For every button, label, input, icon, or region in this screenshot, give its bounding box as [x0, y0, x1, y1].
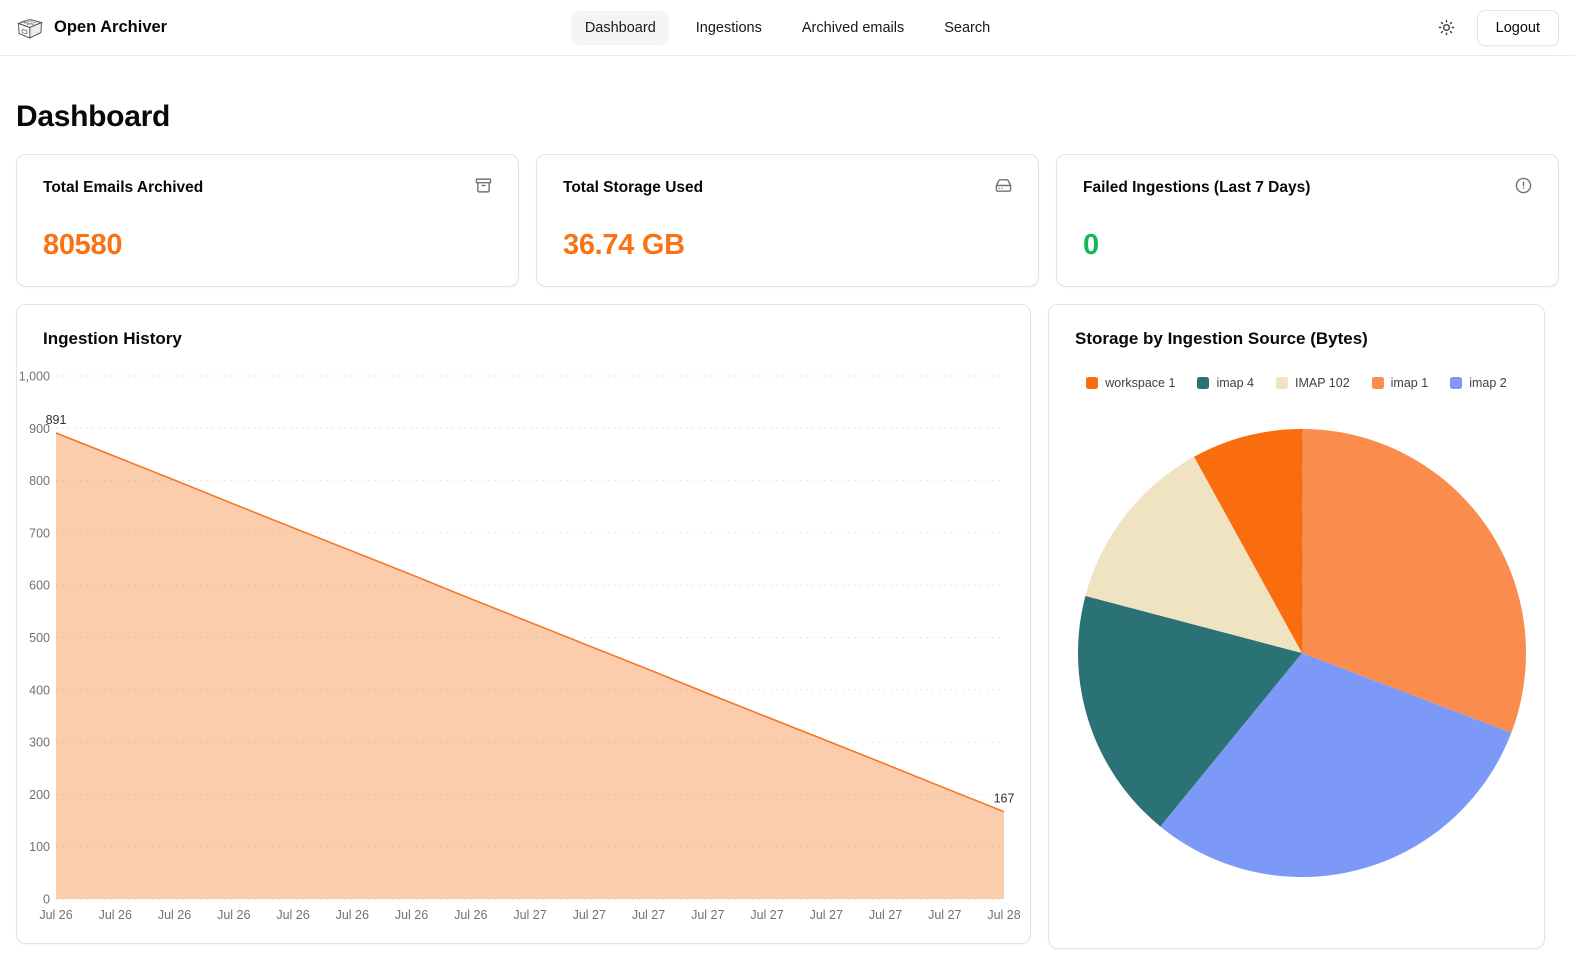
legend-label: imap 2 — [1469, 376, 1507, 390]
pie-legend: workspace 1 imap 4 IMAP 102 imap 1 imap 2 — [1049, 376, 1544, 390]
legend-label: imap 4 — [1216, 376, 1254, 390]
storage-pie-title: Storage by Ingestion Source (Bytes) — [1075, 329, 1544, 349]
nav-tab-ingestions[interactable]: Ingestions — [682, 11, 776, 45]
y-tick-label: 400 — [29, 683, 50, 697]
y-tick-label: 500 — [29, 631, 50, 645]
nav-tab-archived-emails[interactable]: Archived emails — [788, 11, 918, 45]
legend-swatch — [1450, 377, 1462, 389]
x-tick-label: Jul 28 — [987, 908, 1020, 922]
stat-value-total-storage: 36.74 GB — [563, 229, 1012, 262]
top-nav: Open Archiver Dashboard Ingestions Archi… — [0, 0, 1575, 56]
legend-label: IMAP 102 — [1295, 376, 1350, 390]
ingestion-history-card: Ingestion History 0 100 200 300 400 500 600 700… — [16, 304, 1031, 944]
legend-swatch — [1372, 377, 1384, 389]
stat-label: Total Storage Used — [563, 179, 1012, 197]
alert-circle-icon — [1515, 177, 1532, 199]
legend-item-imap-4[interactable]: imap 4 — [1197, 376, 1254, 390]
nav-tab-dashboard[interactable]: Dashboard — [571, 11, 670, 45]
dashboard-main: Dashboard Total Emails Archived 80580 To… — [0, 100, 1575, 949]
x-tick-label: Jul 26 — [99, 908, 132, 922]
first-point-label: 891 — [46, 413, 67, 427]
logout-button[interactable]: Logout — [1477, 10, 1559, 46]
legend-item-imap-102[interactable]: IMAP 102 — [1276, 376, 1350, 390]
y-tick-label: 1,000 — [19, 370, 50, 384]
storage-pie-card: Storage by Ingestion Source (Bytes) work… — [1048, 304, 1545, 949]
app-logo-icon — [16, 16, 44, 40]
x-tick-label: Jul 26 — [217, 908, 250, 922]
stat-value-total-emails: 80580 — [43, 229, 492, 262]
x-tick-label: Jul 26 — [395, 908, 428, 922]
y-tick-label: 200 — [29, 788, 50, 802]
x-tick-label: Jul 26 — [454, 908, 487, 922]
x-tick-label: Jul 27 — [632, 908, 665, 922]
y-tick-label: 0 — [43, 893, 50, 907]
brand-name: Open Archiver — [54, 18, 167, 37]
header-actions: Logout — [1438, 10, 1559, 46]
x-tick-label: Jul 27 — [928, 908, 961, 922]
legend-item-imap-2[interactable]: imap 2 — [1450, 376, 1507, 390]
x-tick-label: Jul 26 — [39, 908, 72, 922]
last-point-label: 167 — [994, 792, 1015, 806]
y-tick-label: 300 — [29, 736, 50, 750]
stat-card-failed-ingestions: Failed Ingestions (Last 7 Days) 0 — [1056, 154, 1559, 287]
stat-label: Total Emails Archived — [43, 179, 492, 197]
nav-tab-search[interactable]: Search — [930, 11, 1004, 45]
theme-toggle-sun-icon[interactable] — [1438, 19, 1455, 36]
area-fill — [56, 433, 1004, 899]
stat-card-total-emails: Total Emails Archived 80580 — [16, 154, 519, 287]
archive-icon — [475, 177, 492, 199]
x-tick-label: Jul 27 — [810, 908, 843, 922]
x-tick-label: Jul 27 — [750, 908, 783, 922]
stat-card-total-storage: Total Storage Used 36.74 GB — [536, 154, 1039, 287]
x-tick-label: Jul 26 — [276, 908, 309, 922]
y-tick-label: 800 — [29, 474, 50, 488]
stats-row: Total Emails Archived 80580 Total Storag… — [16, 154, 1559, 287]
storage-pie-chart[interactable] — [1049, 399, 1544, 885]
legend-item-imap-1[interactable]: imap 1 — [1372, 376, 1429, 390]
legend-item-workspace-1[interactable]: workspace 1 — [1086, 376, 1175, 390]
page-title: Dashboard — [16, 100, 1559, 134]
charts-row: Ingestion History 0 100 200 300 400 500 600 700… — [16, 304, 1559, 949]
x-tick-label: Jul 26 — [336, 908, 369, 922]
y-tick-label: 600 — [29, 579, 50, 593]
ingestion-history-chart[interactable]: 01002003004005006007008009001,000Jul 26J… — [17, 353, 1030, 933]
legend-swatch — [1197, 377, 1209, 389]
stat-value-failed-ingestions: 0 — [1083, 229, 1532, 262]
x-tick-label: Jul 27 — [573, 908, 606, 922]
legend-swatch — [1086, 377, 1098, 389]
legend-label: workspace 1 — [1105, 376, 1175, 390]
x-tick-label: Jul 26 — [158, 908, 191, 922]
x-tick-label: Jul 27 — [691, 908, 724, 922]
brand: Open Archiver — [16, 16, 167, 40]
stat-label: Failed Ingestions (Last 7 Days) — [1083, 179, 1532, 197]
x-tick-label: Jul 27 — [513, 908, 546, 922]
hard-drive-icon — [995, 177, 1012, 199]
x-tick-label: Jul 27 — [869, 908, 902, 922]
y-tick-label: 100 — [29, 840, 50, 854]
legend-label: imap 1 — [1391, 376, 1429, 390]
y-tick-label: 700 — [29, 526, 50, 540]
main-nav: Dashboard Ingestions Archived emails Sea… — [571, 11, 1004, 45]
ingestion-history-title: Ingestion History — [43, 329, 1030, 349]
legend-swatch — [1276, 377, 1288, 389]
